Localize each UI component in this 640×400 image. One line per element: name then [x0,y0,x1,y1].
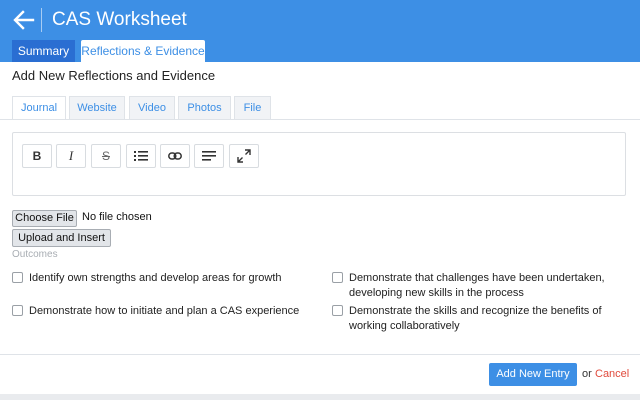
app-header: CAS Worksheet Summary Reflections & Evid… [0,0,640,63]
outcome-checkbox[interactable] [12,272,23,283]
tab-summary[interactable]: Summary [12,40,75,63]
fullscreen-button[interactable] [229,144,259,168]
align-left-button[interactable] [194,144,224,168]
main-panel: Add New Reflections and Evidence Journal… [0,62,640,354]
strikethrough-icon: S [101,149,110,163]
back-button[interactable] [12,9,36,31]
outcome-checkbox[interactable] [12,305,23,316]
outcome-text: Demonstrate the skills and recognize the… [349,305,602,332]
tab-journal[interactable]: Journal [12,96,66,120]
tab-website[interactable]: Website [69,96,125,119]
file-status: No file chosen [82,211,152,223]
arrow-left-icon [13,10,35,30]
bulleted-list-icon [134,151,148,161]
link-button[interactable] [160,144,190,168]
tab-video[interactable]: Video [129,96,175,119]
italic-icon: I [68,148,74,163]
cancel-link[interactable]: Cancel [595,368,629,380]
strikethrough-button[interactable]: S [91,144,121,168]
outcome-text: Demonstrate that challenges have been un… [349,272,605,299]
header-divider [41,8,42,32]
outcome-checkbox[interactable] [332,272,343,283]
upload-insert-button[interactable]: Upload and Insert [12,229,111,247]
outcome-text: Identify own strengths and develop areas… [29,272,282,284]
outcome-text: Demonstrate how to initiate and plan a C… [29,305,300,317]
journal-editor[interactable]: B I S [12,132,626,196]
bulleted-list-button[interactable] [126,144,156,168]
add-new-entry-button[interactable]: Add New Entry [489,363,577,386]
choose-file-button[interactable]: Choose File [12,210,77,227]
outcome-checkbox[interactable] [332,305,343,316]
tab-photos[interactable]: Photos [178,96,231,119]
page-title: CAS Worksheet [52,9,187,30]
align-left-icon [202,151,216,161]
or-text: or [582,368,592,380]
outcomes-label: Outcomes [12,249,58,260]
bold-button[interactable]: B [22,144,52,168]
tab-file[interactable]: File [234,96,271,119]
tab-reflections-evidence[interactable]: Reflections & Evidence [81,40,205,63]
tabs-divider [0,119,640,120]
fullscreen-icon [237,149,251,163]
section-title: Add New Reflections and Evidence [12,68,216,83]
bold-icon: B [32,149,42,163]
italic-button[interactable]: I [56,144,86,168]
form-footer: Add New Entry or Cancel [0,354,640,394]
link-icon [168,152,182,160]
